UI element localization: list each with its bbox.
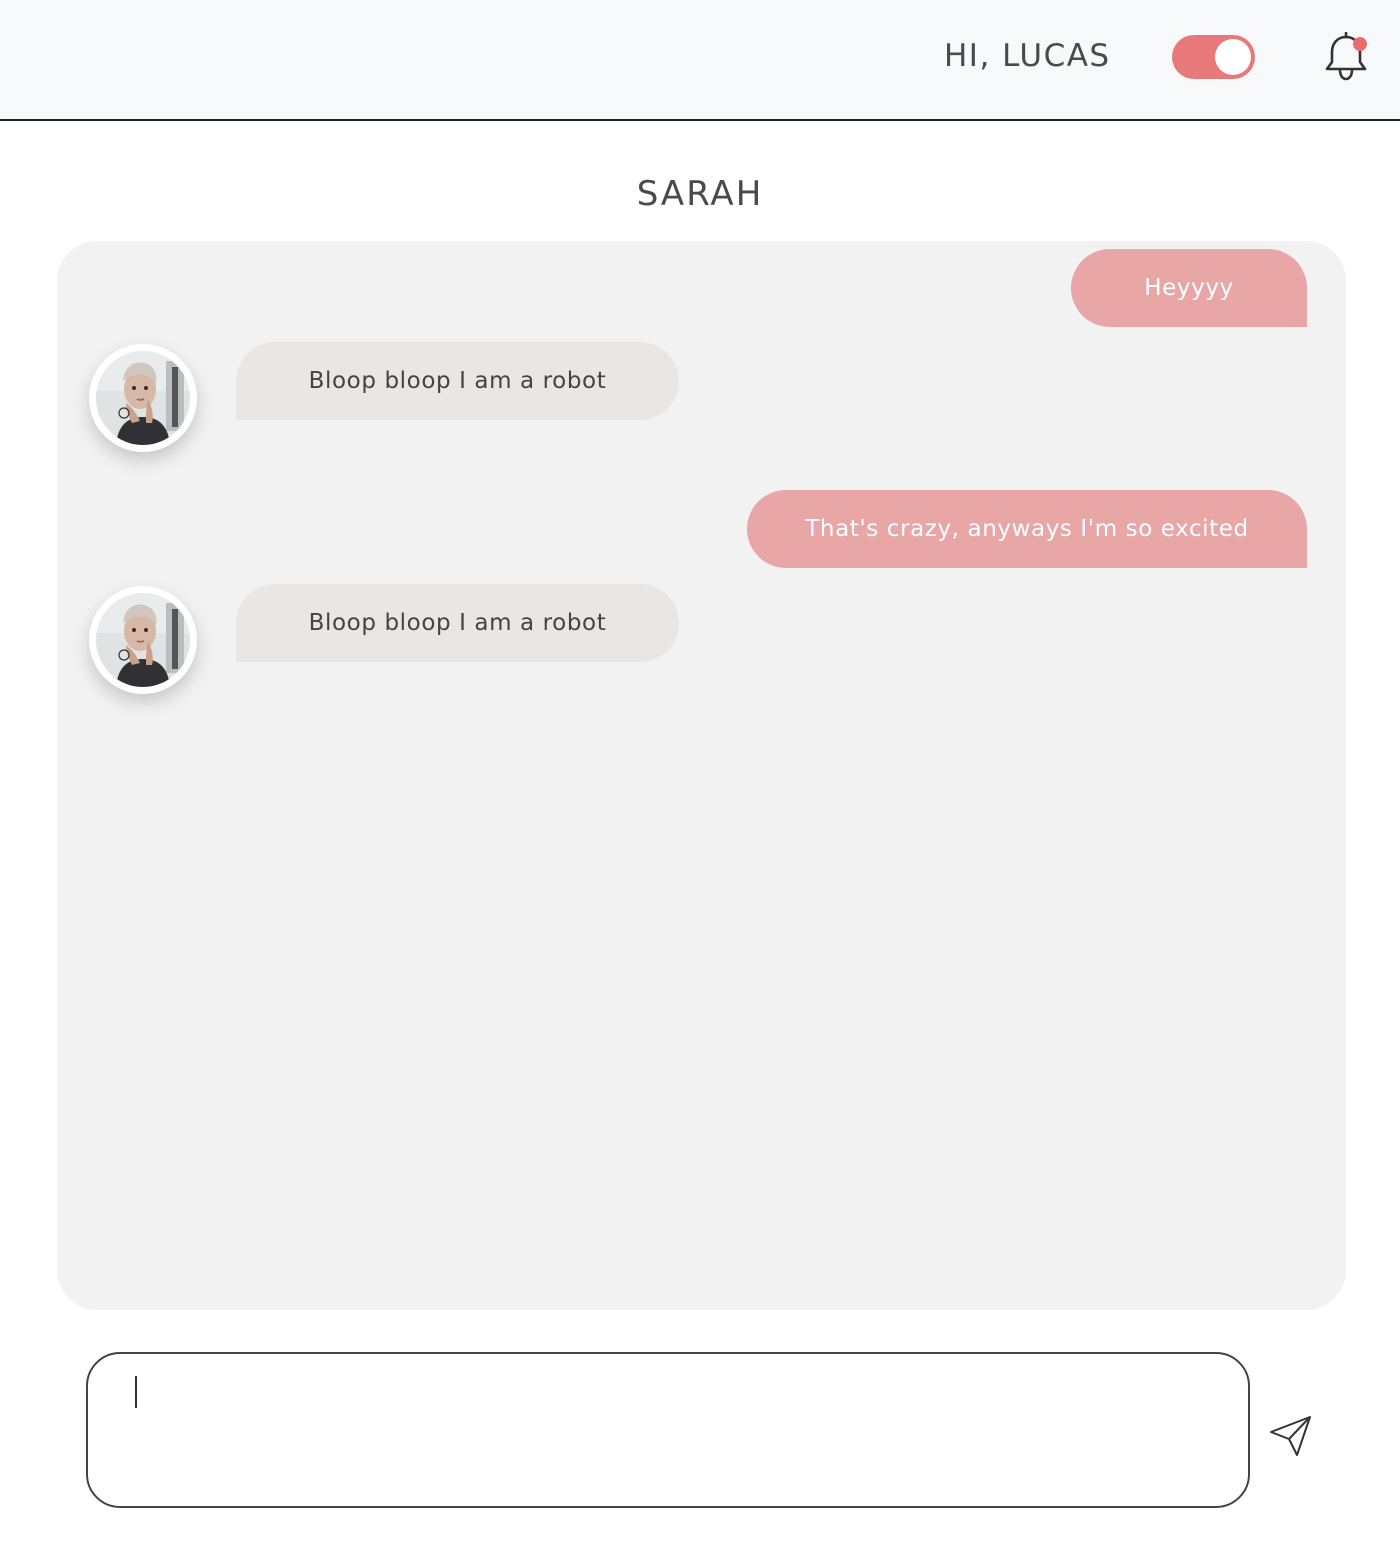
send-icon (1270, 1416, 1311, 1456)
message-bubble-received: Bloop bloop I am a robot (236, 584, 679, 662)
contact-name: SARAH (636, 174, 764, 214)
toggle-knob (1215, 39, 1251, 75)
avatar-image (96, 593, 190, 687)
message-input[interactable] (132, 1374, 1212, 1484)
message-thread[interactable]: Heyyyy Bloop bloop I am a robot That's c… (57, 241, 1346, 1310)
user-greeting: HI, LUCAS (944, 38, 1111, 74)
send-button[interactable] (1268, 1412, 1314, 1458)
message-bubble-sent: Heyyyy (1071, 249, 1307, 327)
message-bubble-sent: That's crazy, anyways I'm so excited (747, 490, 1307, 568)
text-caret (135, 1376, 137, 1408)
avatar-image (96, 351, 190, 445)
contact-avatar[interactable] (89, 586, 197, 694)
message-bubble-received: Bloop bloop I am a robot (236, 342, 679, 420)
unread-dot (1353, 37, 1367, 51)
message-composer (86, 1352, 1250, 1508)
top-bar: HI, LUCAS (0, 0, 1400, 121)
contact-avatar[interactable] (89, 344, 197, 452)
theme-toggle[interactable] (1172, 35, 1255, 79)
notifications-button[interactable] (1322, 31, 1370, 82)
